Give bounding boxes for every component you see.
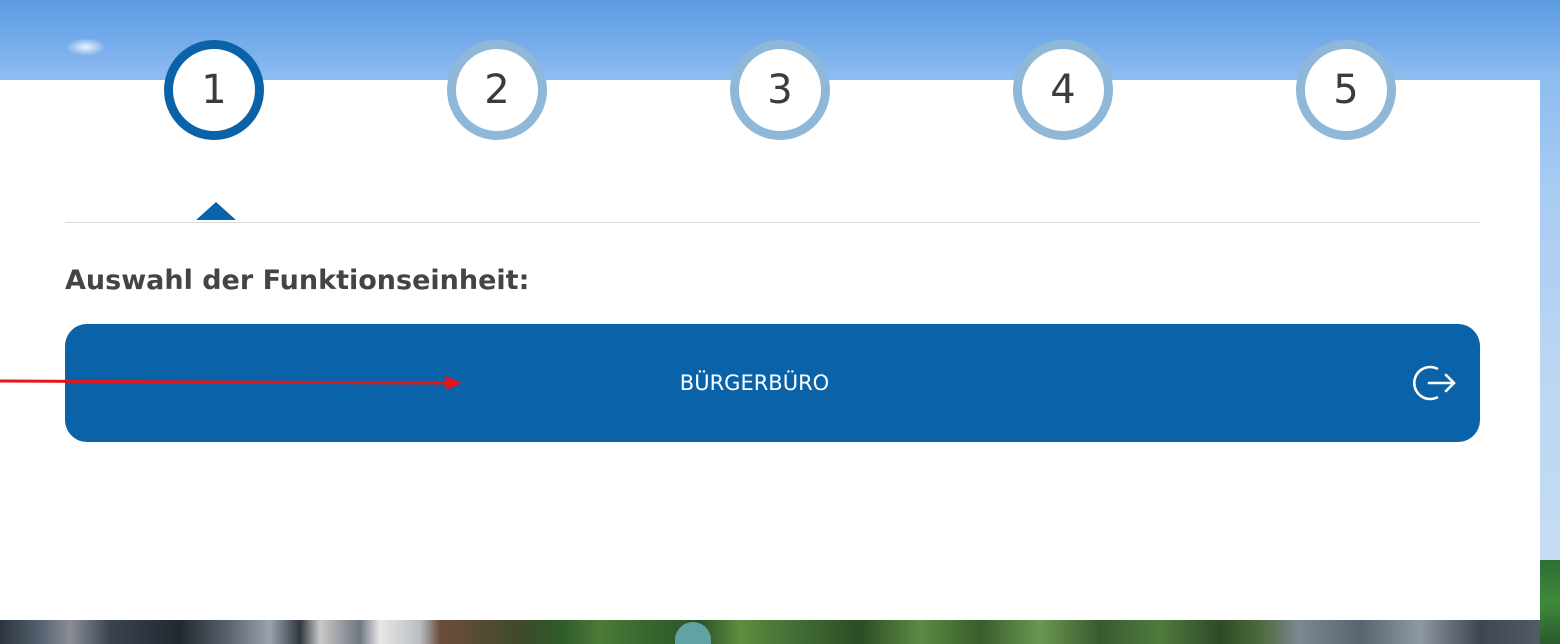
section-title: Auswahl der Funktionseinheit:	[65, 265, 530, 296]
step-3-number: 3	[767, 67, 793, 113]
step-2[interactable]: 2	[447, 40, 547, 140]
unit-button-label: BÜRGERBÜRO	[679, 371, 830, 395]
step-4-number: 4	[1050, 67, 1076, 113]
divider	[65, 222, 1480, 223]
step-2-number: 2	[484, 67, 510, 113]
appointment-booking-page: 1 2 3 4 5 Auswahl der Funktionseinheit: …	[0, 0, 1560, 644]
step-1-number: 1	[201, 67, 227, 113]
step-5-number: 5	[1333, 67, 1359, 113]
active-step-pointer	[196, 202, 236, 220]
login-arrow-icon	[1412, 365, 1456, 401]
step-5[interactable]: 5	[1296, 40, 1396, 140]
step-4[interactable]: 4	[1013, 40, 1113, 140]
annotation-arrow	[0, 376, 462, 390]
step-3[interactable]: 3	[730, 40, 830, 140]
step-progress: 1 2 3 4 5	[0, 0, 1560, 150]
step-1[interactable]: 1	[164, 40, 264, 140]
